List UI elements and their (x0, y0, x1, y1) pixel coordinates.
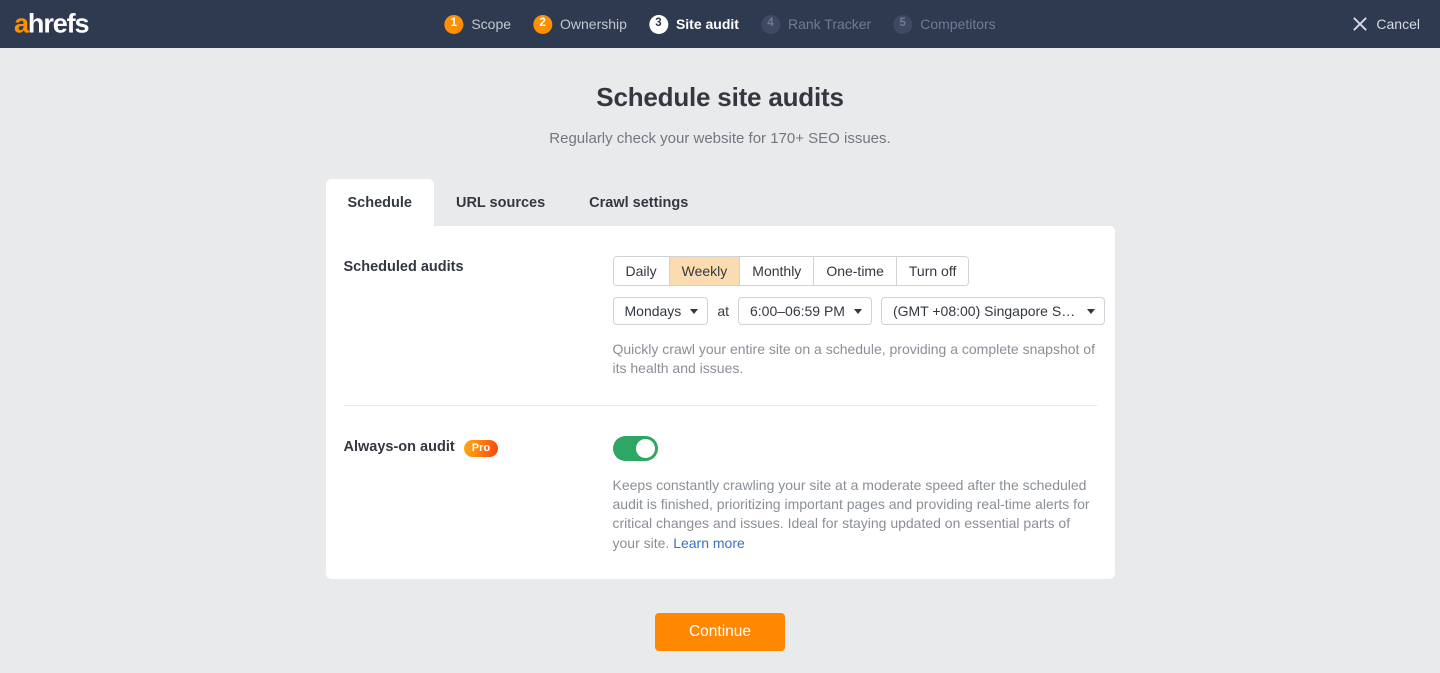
day-of-week-dropdown[interactable]: Mondays (613, 297, 709, 325)
frequency-option-monthly-label: Monthly (752, 263, 801, 279)
row-always-on-audit: Always-on audit Pro Keeps constantly cra… (344, 405, 1097, 579)
scheduled-audits-label-group: Scheduled audits (344, 256, 613, 379)
row-scheduled-audits: Scheduled audits Daily Weekly Monthly (344, 226, 1097, 405)
frequency-option-daily-label: Daily (626, 263, 657, 279)
tab-url-sources[interactable]: URL sources (434, 179, 567, 226)
step-label-rank-tracker: Rank Tracker (788, 16, 871, 32)
step-label-competitors: Competitors (920, 16, 995, 32)
step-competitors[interactable]: 5 Competitors (893, 15, 995, 34)
step-number-1: 1 (444, 15, 463, 34)
scheduled-audits-label: Scheduled audits (344, 259, 464, 275)
scheduled-audits-controls: Daily Weekly Monthly One-time Turn off (613, 256, 1105, 379)
ahrefs-logo[interactable]: ahrefs (14, 11, 88, 38)
frequency-option-daily[interactable]: Daily (614, 257, 670, 285)
page-title: Schedule site audits (0, 82, 1440, 113)
step-site-audit[interactable]: 3 Site audit (649, 15, 739, 34)
timezone-dropdown[interactable]: (GMT +08:00) Singapore Sta… (881, 297, 1105, 325)
frequency-option-monthly[interactable]: Monthly (740, 257, 814, 285)
cancel-label: Cancel (1376, 16, 1420, 32)
logo-text: hrefs (28, 9, 89, 39)
learn-more-link[interactable]: Learn more (673, 535, 745, 551)
step-ownership[interactable]: 2 Ownership (533, 15, 627, 34)
top-bar: ahrefs 1 Scope 2 Ownership 3 Site audit … (0, 0, 1440, 48)
frequency-option-turn-off[interactable]: Turn off (897, 257, 968, 285)
step-number-3: 3 (649, 15, 668, 34)
frequency-segmented-control: Daily Weekly Monthly One-time Turn off (613, 256, 970, 286)
pro-badge: Pro (464, 440, 499, 457)
onboarding-stepper: 1 Scope 2 Ownership 3 Site audit 4 Rank … (444, 15, 995, 34)
tab-bar: Schedule URL sources Crawl settings (326, 179, 1115, 226)
day-of-week-value: Mondays (625, 303, 682, 319)
step-number-2: 2 (533, 15, 552, 34)
timezone-value: (GMT +08:00) Singapore Sta… (893, 303, 1078, 319)
time-dropdown[interactable]: 6:00–06:59 PM (738, 297, 872, 325)
logo-letter-a: a (14, 9, 28, 39)
step-rank-tracker[interactable]: 4 Rank Tracker (761, 15, 871, 34)
tab-crawl-settings-label: Crawl settings (589, 195, 688, 211)
cancel-button[interactable]: Cancel (1353, 16, 1420, 32)
chevron-down-icon (1087, 309, 1095, 314)
at-label: at (717, 303, 729, 319)
always-on-label-group: Always-on audit Pro (344, 436, 613, 553)
frequency-option-one-time-label: One-time (826, 263, 884, 279)
toggle-knob (636, 439, 655, 458)
schedule-dropdown-row: Mondays at 6:00–06:59 PM (GMT +08:00) Si… (613, 297, 1105, 325)
always-on-audit-label: Always-on audit (344, 439, 455, 455)
step-scope[interactable]: 1 Scope (444, 15, 511, 34)
scheduled-audits-description: Quickly crawl your entire site on a sche… (613, 340, 1100, 379)
always-on-toggle[interactable] (613, 436, 658, 461)
tab-url-sources-label: URL sources (456, 195, 545, 211)
step-label-site-audit: Site audit (676, 16, 739, 32)
page-subtitle: Regularly check your website for 170+ SE… (0, 130, 1440, 147)
frequency-option-weekly[interactable]: Weekly (670, 257, 741, 285)
frequency-option-one-time[interactable]: One-time (814, 257, 897, 285)
time-value: 6:00–06:59 PM (750, 303, 845, 319)
page-content: Schedule site audits Regularly check you… (0, 48, 1440, 651)
chevron-down-icon (690, 309, 698, 314)
frequency-option-weekly-label: Weekly (682, 263, 728, 279)
always-on-description-block: Keeps constantly crawling your site at a… (613, 476, 1097, 553)
always-on-controls: Keeps constantly crawling your site at a… (613, 436, 1097, 553)
continue-button[interactable]: Continue (655, 613, 785, 651)
chevron-down-icon (854, 309, 862, 314)
settings-card: Scheduled audits Daily Weekly Monthly (326, 226, 1115, 579)
step-number-4: 4 (761, 15, 780, 34)
tab-crawl-settings[interactable]: Crawl settings (567, 179, 710, 226)
step-number-5: 5 (893, 15, 912, 34)
step-label-ownership: Ownership (560, 16, 627, 32)
tab-schedule-label: Schedule (348, 195, 412, 211)
settings-panel: Schedule URL sources Crawl settings Sche… (326, 179, 1115, 651)
frequency-option-turn-off-label: Turn off (909, 263, 956, 279)
step-label-scope: Scope (471, 16, 511, 32)
footer-actions: Continue (326, 613, 1115, 651)
close-icon (1353, 17, 1367, 31)
tab-schedule[interactable]: Schedule (326, 179, 434, 226)
